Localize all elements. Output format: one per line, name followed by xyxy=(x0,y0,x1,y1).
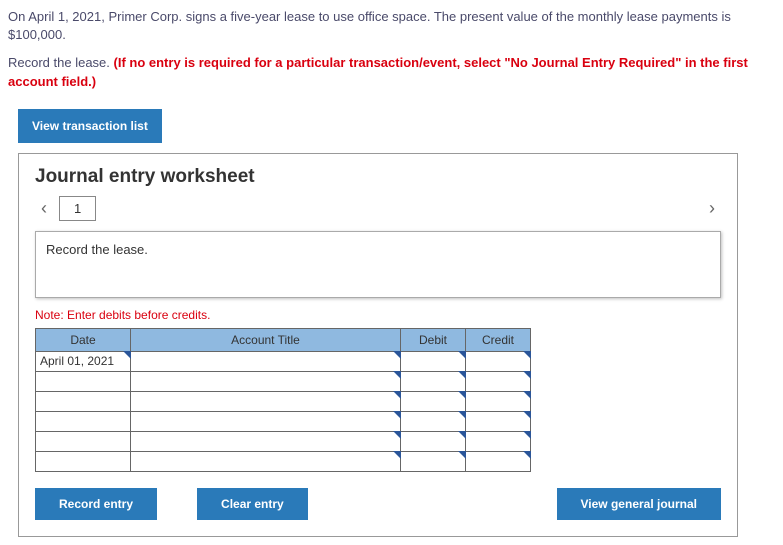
debit-cell[interactable] xyxy=(401,391,466,411)
col-debit-header: Debit xyxy=(401,328,466,351)
table-row: April 01, 2021 xyxy=(36,351,531,371)
debit-cell[interactable] xyxy=(401,411,466,431)
table-row xyxy=(36,431,531,451)
instruction-text: Record the lease. xyxy=(46,242,148,257)
journal-worksheet: Journal entry worksheet ‹ 1 › Record the… xyxy=(18,153,738,537)
credit-cell[interactable] xyxy=(466,351,531,371)
account-cell[interactable] xyxy=(131,371,401,391)
col-credit-header: Credit xyxy=(466,328,531,351)
debit-cell[interactable] xyxy=(401,451,466,471)
date-cell[interactable]: April 01, 2021 xyxy=(36,351,131,371)
view-general-journal-button[interactable]: View general journal xyxy=(557,488,721,520)
prompt-line1: On April 1, 2021, Primer Corp. signs a f… xyxy=(8,8,775,44)
date-cell[interactable] xyxy=(36,451,131,471)
account-cell[interactable] xyxy=(131,391,401,411)
next-arrow-icon[interactable]: › xyxy=(703,198,721,219)
date-cell[interactable] xyxy=(36,391,131,411)
record-entry-button[interactable]: Record entry xyxy=(35,488,157,520)
account-cell[interactable] xyxy=(131,431,401,451)
table-row xyxy=(36,391,531,411)
prompt-line2a: Record the lease. xyxy=(8,55,114,70)
tab-1[interactable]: 1 xyxy=(59,196,96,221)
col-account-header: Account Title xyxy=(131,328,401,351)
instruction-box: Record the lease. xyxy=(35,231,721,298)
credit-cell[interactable] xyxy=(466,391,531,411)
credit-cell[interactable] xyxy=(466,451,531,471)
credit-cell[interactable] xyxy=(466,371,531,391)
debit-cell[interactable] xyxy=(401,431,466,451)
journal-entry-table: Date Account Title Debit Credit April 01… xyxy=(35,328,531,472)
debit-cell[interactable] xyxy=(401,371,466,391)
prev-arrow-icon[interactable]: ‹ xyxy=(35,198,53,219)
date-cell[interactable] xyxy=(36,431,131,451)
credit-cell[interactable] xyxy=(466,431,531,451)
table-row xyxy=(36,411,531,431)
date-cell[interactable] xyxy=(36,411,131,431)
view-transaction-list-button[interactable]: View transaction list xyxy=(18,109,162,143)
table-row xyxy=(36,451,531,471)
prompt-line2b: (If no entry is required for a particula… xyxy=(8,55,748,88)
clear-entry-button[interactable]: Clear entry xyxy=(197,488,308,520)
col-date-header: Date xyxy=(36,328,131,351)
account-cell[interactable] xyxy=(131,351,401,371)
account-cell[interactable] xyxy=(131,451,401,471)
account-cell[interactable] xyxy=(131,411,401,431)
table-row xyxy=(36,371,531,391)
note-text: Note: Enter debits before credits. xyxy=(35,308,721,322)
credit-cell[interactable] xyxy=(466,411,531,431)
debit-cell[interactable] xyxy=(401,351,466,371)
worksheet-title: Journal entry worksheet xyxy=(35,166,721,188)
date-cell[interactable] xyxy=(36,371,131,391)
